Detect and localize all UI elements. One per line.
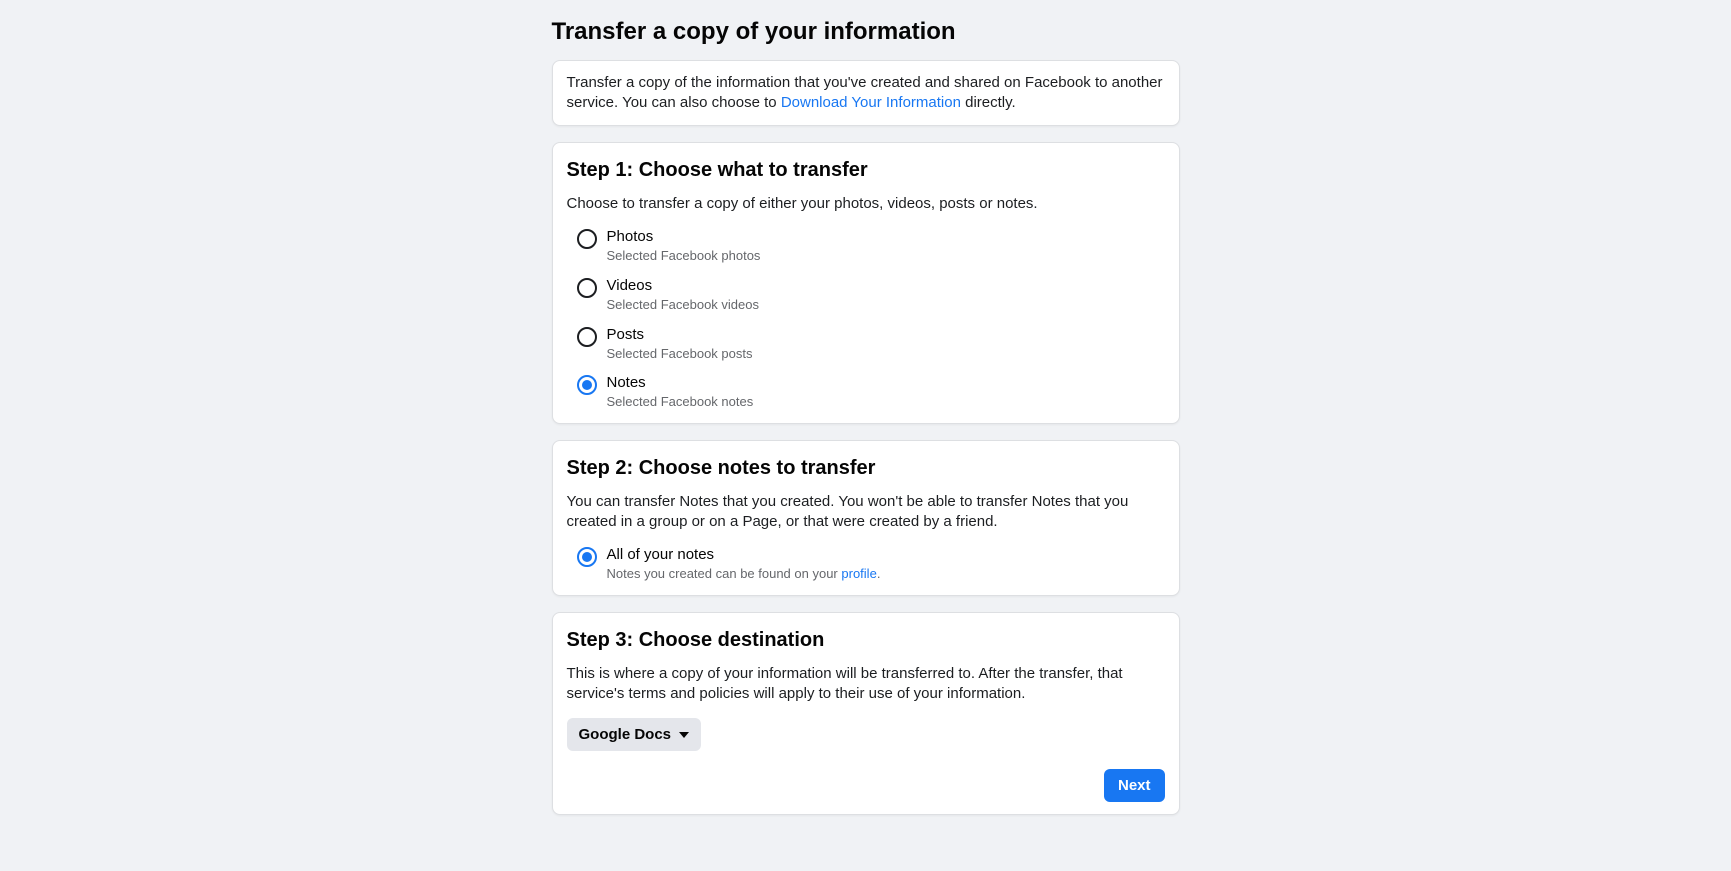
destination-select[interactable]: Google Docs [567, 718, 702, 751]
option-sublabel: Selected Facebook notes [607, 394, 754, 411]
option-sub-after: . [877, 566, 881, 581]
chevron-down-icon [679, 732, 689, 738]
option-sublabel: Selected Facebook photos [607, 248, 761, 265]
step1-option-photos[interactable]: Photos Selected Facebook photos [577, 228, 1165, 265]
intro-text: Transfer a copy of the information that … [567, 73, 1165, 113]
step3-description: This is where a copy of your information… [567, 664, 1165, 704]
step2-options: All of your notes Notes you created can … [567, 546, 1165, 583]
destination-selected-label: Google Docs [579, 726, 672, 743]
option-label: Videos [607, 277, 759, 295]
option-label: Notes [607, 374, 754, 392]
step1-option-posts[interactable]: Posts Selected Facebook posts [577, 326, 1165, 363]
page-title: Transfer a copy of your information [552, 18, 1180, 46]
option-label: Posts [607, 326, 753, 344]
step2-option-all-notes[interactable]: All of your notes Notes you created can … [577, 546, 1165, 583]
radio-icon [577, 278, 597, 298]
step2-card: Step 2: Choose notes to transfer You can… [552, 440, 1180, 596]
intro-text-after: directly. [961, 94, 1016, 111]
option-label: Photos [607, 228, 761, 246]
profile-link[interactable]: profile [841, 566, 876, 581]
radio-icon [577, 375, 597, 395]
option-sublabel: Notes you created can be found on your p… [607, 566, 881, 583]
step1-title: Step 1: Choose what to transfer [567, 159, 1165, 182]
option-sublabel: Selected Facebook videos [607, 297, 759, 314]
download-your-information-link[interactable]: Download Your Information [781, 94, 961, 111]
step2-title: Step 2: Choose notes to transfer [567, 457, 1165, 480]
step1-card: Step 1: Choose what to transfer Choose t… [552, 142, 1180, 425]
radio-icon [577, 547, 597, 567]
option-label: All of your notes [607, 546, 881, 564]
step1-options: Photos Selected Facebook photos Videos S… [567, 228, 1165, 412]
step1-description: Choose to transfer a copy of either your… [567, 194, 1165, 214]
next-button[interactable]: Next [1104, 769, 1165, 802]
intro-card: Transfer a copy of the information that … [552, 60, 1180, 126]
step1-option-notes[interactable]: Notes Selected Facebook notes [577, 374, 1165, 411]
option-sub-before: Notes you created can be found on your [607, 566, 842, 581]
option-sublabel: Selected Facebook posts [607, 346, 753, 363]
step2-description: You can transfer Notes that you created.… [567, 492, 1165, 532]
step1-option-videos[interactable]: Videos Selected Facebook videos [577, 277, 1165, 314]
step3-title: Step 3: Choose destination [567, 629, 1165, 652]
radio-icon [577, 327, 597, 347]
step3-card: Step 3: Choose destination This is where… [552, 612, 1180, 815]
radio-icon [577, 229, 597, 249]
